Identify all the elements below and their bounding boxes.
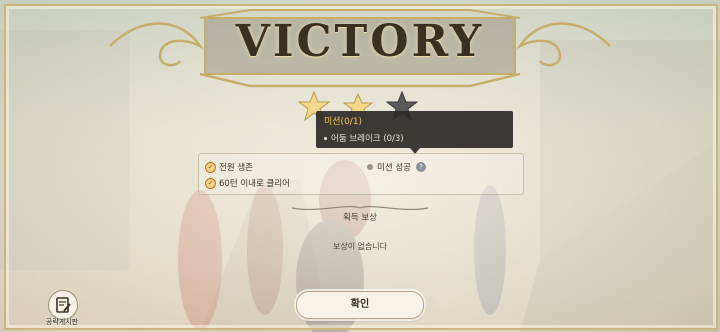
check-icon: ✓ <box>205 177 216 189</box>
mission-label: 60턴 이내로 클리어 <box>219 179 290 189</box>
tooltip-item: 어둠 브레이크 (0/3) <box>324 132 404 144</box>
help-icon[interactable]: ? <box>415 162 426 172</box>
battle-result-screen: VICTORY 미션(0/1) 어둠 브레이크 (0/3) ✓ 전원 생존 ✓ … <box>0 0 720 332</box>
mission-tooltip: 미션(0/1) 어둠 브레이크 (0/3) <box>316 111 513 154</box>
victory-title: VICTORY <box>235 16 485 67</box>
bullet-icon <box>324 137 327 140</box>
notepad-pencil-icon <box>56 297 71 313</box>
tooltip-item-text: 어둠 브레이크 (0/3) <box>331 134 404 144</box>
reward-label: 획득 보상 <box>343 213 377 223</box>
incomplete-icon <box>367 164 373 170</box>
strategy-board-button[interactable]: 공략게시판 <box>42 290 82 330</box>
board-button-label: 공략게시판 <box>45 318 79 326</box>
victory-banner: VICTORY <box>100 6 620 98</box>
mission-item: 미션 성공 ? <box>367 161 426 173</box>
reward-empty-text: 보상이 없습니다 <box>332 242 388 251</box>
mission-label: 전원 생존 <box>219 163 253 173</box>
mission-item: ✓ 전원 생존 <box>205 161 253 173</box>
mission-item: ✓ 60턴 이내로 클리어 <box>205 177 290 189</box>
mission-list: ✓ 전원 생존 ✓ 60턴 이내로 클리어 미션 성공 ? <box>198 153 524 195</box>
board-icon-circle <box>48 290 78 320</box>
mission-label: 미션 성공 <box>377 163 411 173</box>
confirm-button[interactable]: 확인 <box>296 291 424 319</box>
check-icon: ✓ <box>205 161 216 173</box>
tooltip-title: 미션(0/1) <box>324 117 363 127</box>
